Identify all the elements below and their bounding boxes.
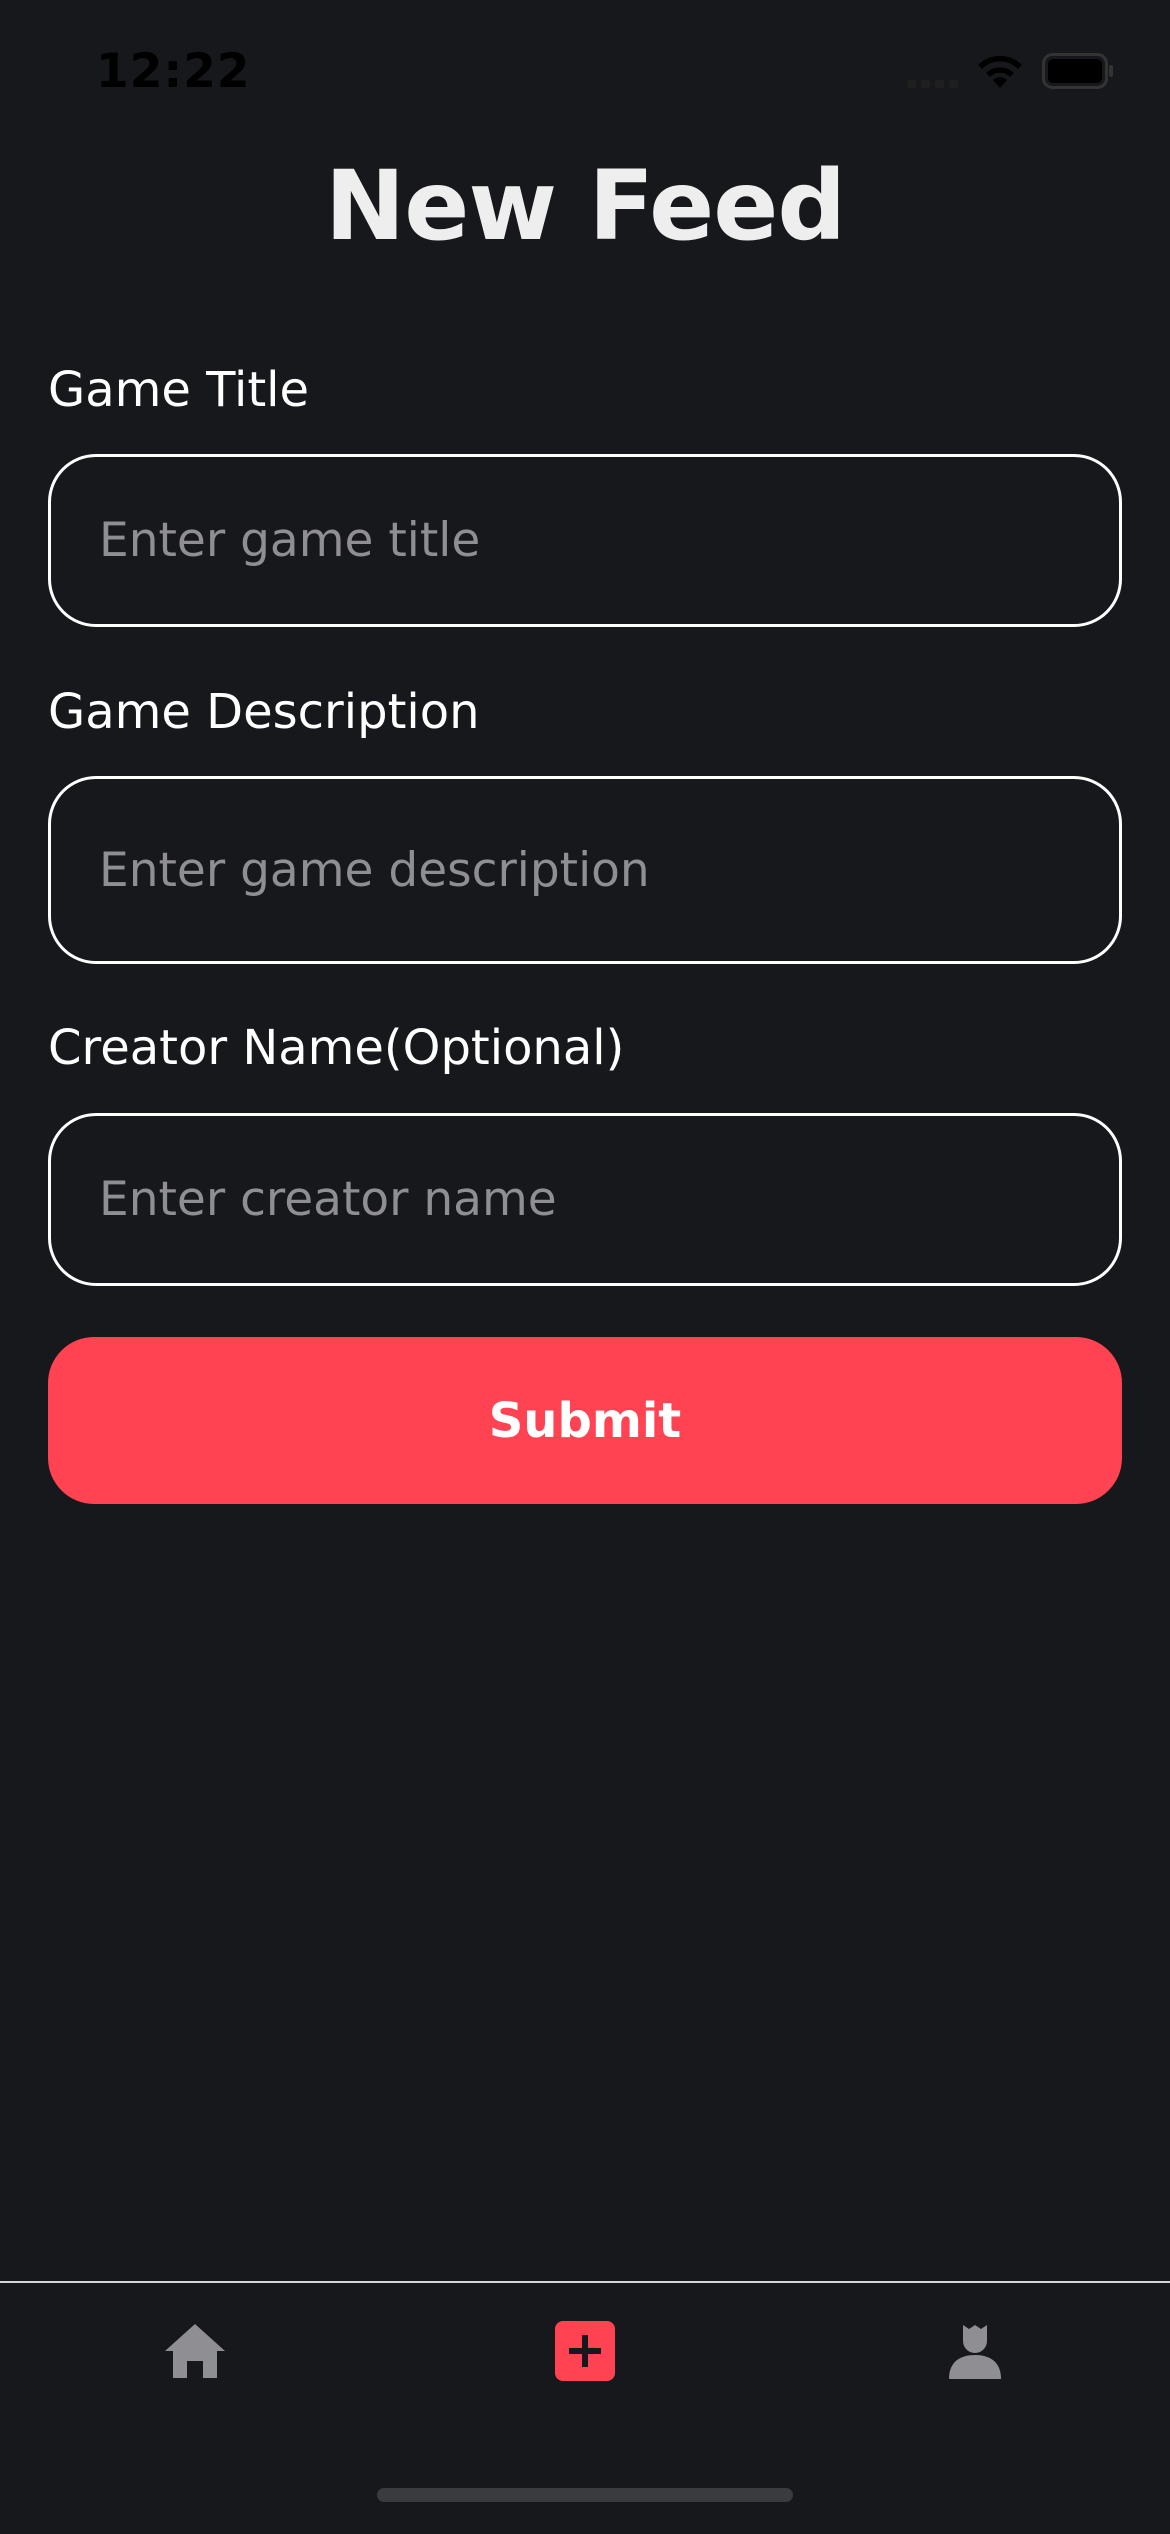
page-title: New Feed bbox=[324, 150, 846, 262]
game-title-input[interactable] bbox=[48, 454, 1122, 627]
add-icon bbox=[555, 2321, 615, 2385]
wifi-icon bbox=[974, 52, 1026, 90]
game-title-label: Game Title bbox=[48, 362, 310, 418]
tab-home[interactable] bbox=[155, 2313, 235, 2393]
cellular-signal-icon bbox=[907, 54, 958, 88]
submit-button[interactable]: Submit bbox=[48, 1337, 1122, 1504]
tab-add[interactable] bbox=[545, 2313, 625, 2393]
game-description-input[interactable] bbox=[48, 776, 1122, 964]
creator-name-label: Creator Name(Optional) bbox=[48, 1020, 625, 1076]
profile-icon bbox=[947, 2321, 1003, 2385]
home-icon bbox=[162, 2321, 228, 2385]
tab-profile[interactable] bbox=[935, 2313, 1015, 2393]
creator-name-input[interactable] bbox=[48, 1113, 1122, 1286]
status-bar: 12:22 bbox=[0, 0, 1170, 150]
battery-icon bbox=[1042, 53, 1114, 89]
status-time: 12:22 bbox=[96, 44, 251, 99]
game-description-label: Game Description bbox=[48, 684, 480, 740]
status-icons bbox=[907, 52, 1114, 90]
home-indicator bbox=[377, 2488, 793, 2502]
